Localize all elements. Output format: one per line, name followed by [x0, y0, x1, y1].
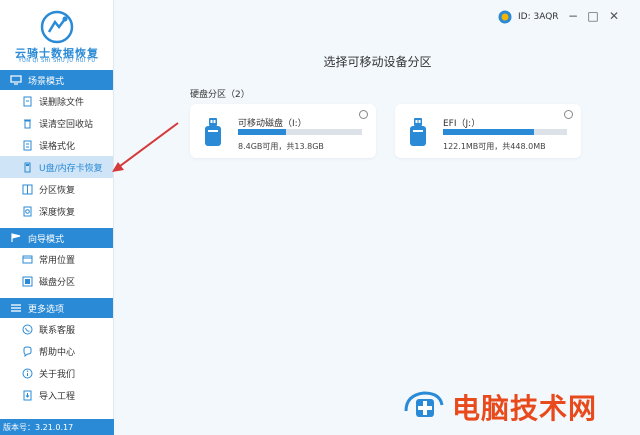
logo-icon	[40, 10, 74, 44]
user-avatar-icon	[498, 10, 512, 24]
sidebar-item-label: 误删除文件	[39, 97, 85, 108]
usage-bar	[238, 129, 362, 135]
usage-bar	[443, 129, 567, 135]
user-id-badge[interactable]: ID: 3AQR	[498, 10, 559, 24]
user-id-text: ID: 3AQR	[518, 12, 559, 22]
partition-icon	[22, 184, 33, 195]
section-title: 更多选项	[28, 304, 65, 315]
sidebar-item-label: 误清空回收站	[39, 119, 94, 130]
usage-bar-fill	[238, 129, 287, 135]
drive-card[interactable]: EFI（J:） 122.1MB可用，共448.0MB	[395, 104, 581, 158]
info-icon	[22, 368, 33, 379]
drive-name: 可移动磁盘（I:）	[238, 119, 307, 129]
section-title: 向导模式	[28, 234, 65, 245]
select-radio[interactable]	[359, 110, 368, 119]
close-button[interactable]: ✕	[606, 8, 622, 24]
section-title: 场景模式	[28, 76, 65, 87]
phone-icon	[22, 324, 33, 335]
sidebar-item-label: U盘/内存卡恢复	[39, 163, 103, 174]
usage-bar-fill	[443, 129, 534, 135]
sidebar-item[interactable]: 关于我们	[0, 362, 113, 384]
title-bar: ID: 3AQR − □ ✕	[115, 0, 640, 34]
sidebar-item-label: 深度恢复	[39, 207, 76, 218]
common-location-icon	[22, 254, 33, 265]
monitor-icon	[10, 75, 22, 85]
sidebar: 云骑士数据恢复 YUN QI SHI SHU JU HUI FU 场景模式 误删…	[0, 0, 114, 435]
help-icon	[22, 345, 33, 357]
usb-drive-icon	[205, 118, 221, 146]
logo-subtitle: YUN QI SHI SHU JU HUI FU	[18, 58, 96, 64]
app-logo: 云骑士数据恢复 YUN QI SHI SHU JU HUI FU	[0, 0, 113, 70]
usb-drive-icon	[410, 118, 426, 146]
sidebar-item-label: 磁盘分区	[39, 277, 76, 288]
select-radio[interactable]	[564, 110, 573, 119]
plus-logo-icon	[404, 391, 444, 417]
menu-icon	[10, 303, 22, 313]
format-icon	[22, 140, 33, 151]
drive-name: EFI（J:）	[443, 119, 481, 129]
sidebar-item[interactable]: 磁盘分区	[0, 270, 113, 292]
sidebar-item[interactable]: 常用位置	[0, 248, 113, 270]
maximize-button[interactable]: □	[585, 8, 601, 24]
sidebar-item-label: 关于我们	[39, 369, 76, 380]
section-scene-mode: 场景模式	[0, 70, 113, 90]
disk-partition-icon	[22, 276, 33, 287]
drive-capacity: 8.4GB可用，共13.8GB	[238, 142, 324, 151]
page-title: 选择可移动设备分区	[323, 55, 432, 69]
drive-card[interactable]: 可移动磁盘（I:） 8.4GB可用，共13.8GB	[190, 104, 376, 158]
sidebar-item[interactable]: 导入工程	[0, 384, 113, 406]
sidebar-item-label: 常用位置	[39, 255, 76, 266]
sidebar-item[interactable]: U盘/内存卡恢复	[0, 156, 113, 178]
watermark: 电脑技术网	[400, 385, 640, 427]
sidebar-item[interactable]: 误删除文件	[0, 90, 113, 112]
version-label: 版本号：3.21.0.17	[0, 419, 114, 435]
section-guide-mode: 向导模式	[0, 228, 113, 248]
sidebar-item-label: 误格式化	[39, 141, 76, 152]
deep-scan-icon	[22, 206, 33, 217]
file-delete-icon	[22, 96, 33, 107]
sidebar-item[interactable]: 分区恢复	[0, 178, 113, 200]
sidebar-item[interactable]: 深度恢复	[0, 200, 113, 222]
import-icon	[22, 390, 33, 401]
partition-group-label: 硬盘分区（2）	[190, 90, 250, 100]
sidebar-item[interactable]: 误清空回收站	[0, 112, 113, 134]
sidebar-item[interactable]: 联系客服	[0, 318, 113, 340]
sidebar-item-label: 导入工程	[39, 391, 76, 402]
watermark-text: 电脑技术网	[452, 392, 598, 425]
sidebar-item-label: 帮助中心	[39, 347, 76, 358]
sidebar-item-label: 联系客服	[39, 325, 76, 336]
sidebar-item[interactable]: 帮助中心	[0, 340, 113, 362]
flag-icon	[10, 233, 22, 243]
sidebar-item-label: 分区恢复	[39, 185, 76, 196]
sidebar-item[interactable]: 误格式化	[0, 134, 113, 156]
drive-capacity: 122.1MB可用，共448.0MB	[443, 142, 546, 151]
recycle-bin-icon	[22, 118, 33, 129]
usb-card-icon	[22, 162, 33, 173]
minimize-button[interactable]: −	[565, 8, 581, 24]
section-more-options: 更多选项	[0, 298, 113, 318]
